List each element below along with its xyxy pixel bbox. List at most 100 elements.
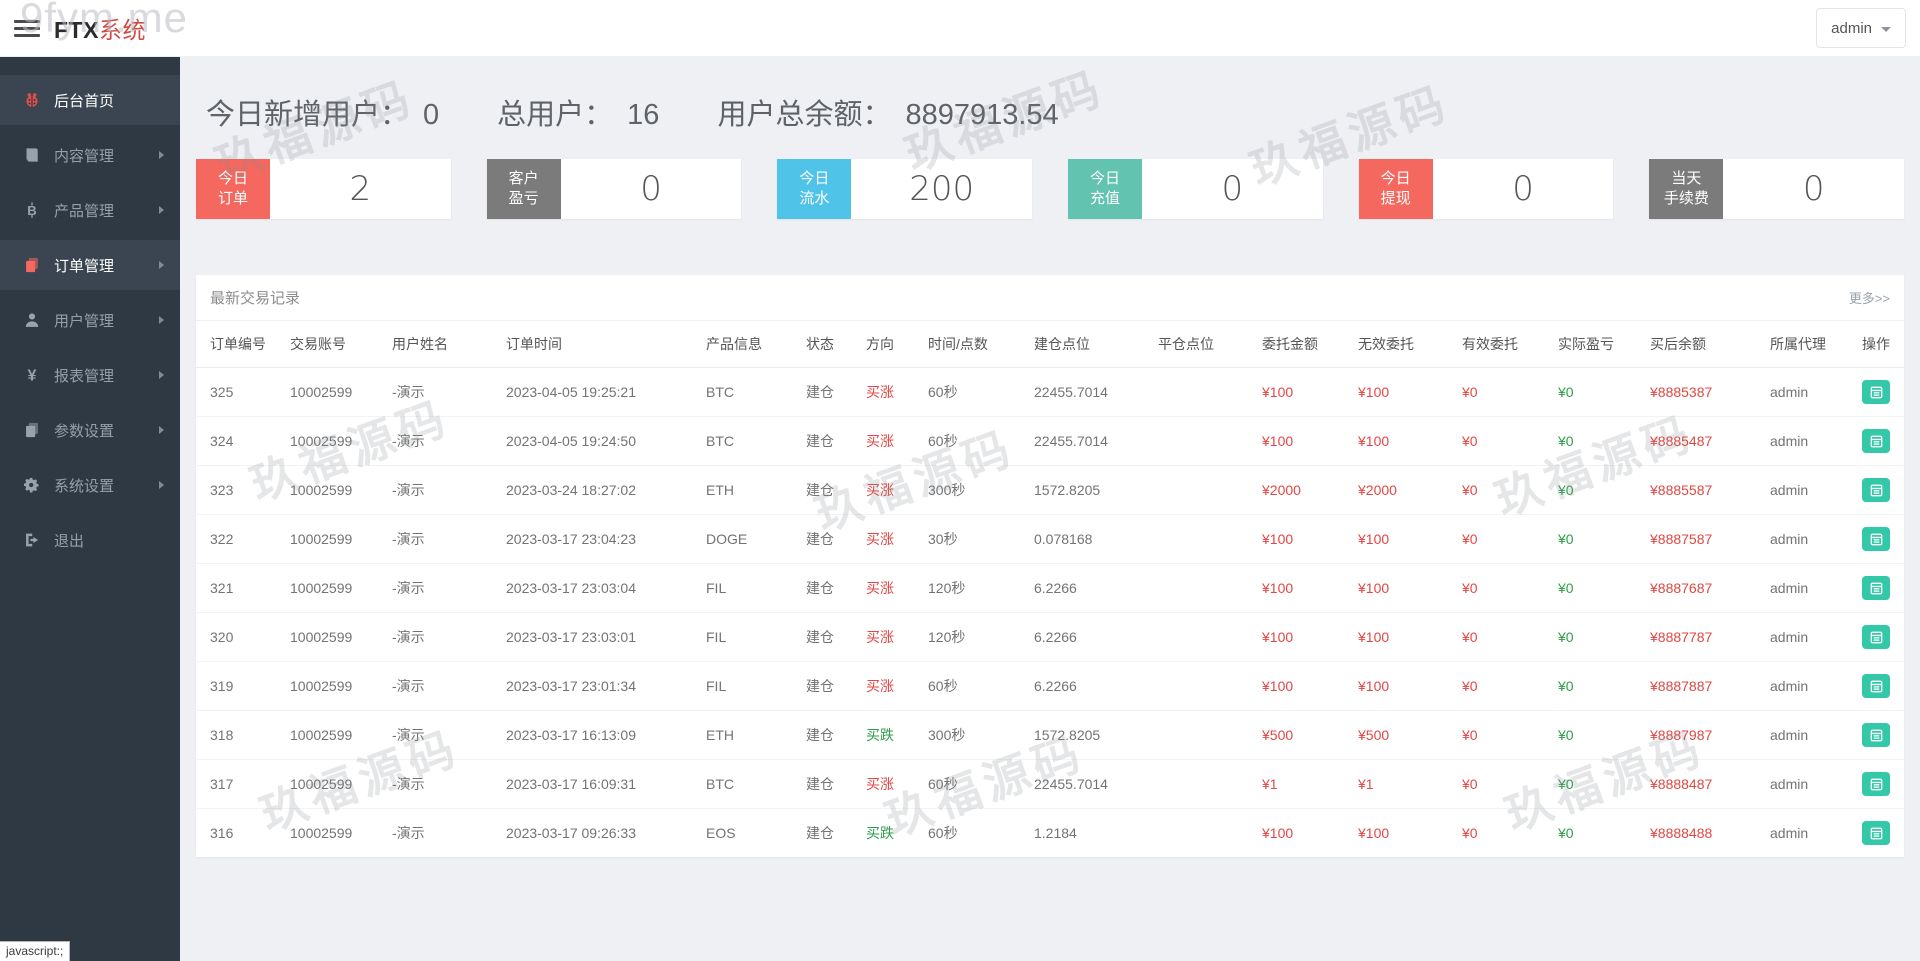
sidebar-item-label: 产品管理 [54,202,115,220]
cell-product: FIL [700,563,800,613]
sidebar-item-orders[interactable]: 订单管理 [0,240,180,290]
column-header: 订单时间 [500,321,700,368]
sidebar-item-content[interactable]: 内容管理 [0,130,180,180]
cell-agent: admin [1764,710,1856,760]
sidebar-item-system[interactable]: 系统设置 [0,460,180,510]
stat-card-label: 今日 订单 [196,159,270,219]
column-header: 订单编号 [196,321,284,368]
orders-copy-icon [22,257,41,273]
cell-valid: ¥0 [1462,825,1478,841]
cell-status: 建仓 [800,367,860,417]
stat-card-value: 0 [1802,169,1825,209]
cell-valid: ¥0 [1456,465,1552,515]
sidebar-item-label: 内容管理 [54,147,115,165]
cell-id: 317 [196,759,284,809]
order-detail-button[interactable] [1862,429,1890,453]
hamburger-menu-icon[interactable] [14,19,40,37]
sidebar-item-label: 订单管理 [54,257,115,275]
order-detail-button[interactable] [1862,527,1890,551]
cell-name: -演示 [386,710,500,760]
sidebar-item-users[interactable]: 用户管理 [0,295,180,345]
order-detail-button[interactable] [1862,380,1890,404]
cell-product: ETH [700,465,800,515]
cell-open_point: 22455.7014 [1028,416,1152,466]
cell-open_point: 6.2266 [1028,612,1152,662]
overview-total-balance: 用户总余额： 8897913.54 [717,91,1058,133]
sidebar-item-params[interactable]: 参数设置 [0,405,180,455]
cell-profit: ¥0 [1552,759,1644,809]
overview-label: 今日新增用户： [206,99,410,131]
order-detail-button[interactable] [1862,674,1890,698]
cell-amount: ¥100 [1262,825,1294,841]
order-detail-button[interactable] [1862,821,1890,845]
cell-invalid: ¥1 [1352,759,1456,809]
sidebar-item-reports[interactable]: ¥ 报表管理 [0,350,180,400]
stat-card-value: 2 [349,169,372,209]
cell-balance: ¥8885387 [1644,367,1764,417]
chevron-right-icon [159,316,164,324]
cell-id: 322 [196,514,284,564]
list-icon [1870,631,1883,644]
cell-product: BTC [700,416,800,466]
sidebar-item-home[interactable]: 后台首页 [0,75,180,125]
stat-card-0: 今日 订单 2 [196,159,451,219]
overview-value: 16 [627,99,660,131]
sidebar-menu: 后台首页内容管理 B 产品管理订单管理用户管理 ¥ 报表管理 参数设置 系统设置 退出 [0,57,180,565]
stat-card-label: 客户 盈亏 [486,159,561,219]
cell-name: -演示 [386,514,500,564]
cell-action [1856,759,1906,809]
cell-status: 建仓 [800,563,860,613]
stat-card-value: 0 [640,169,662,209]
cell-invalid: ¥100 [1352,612,1456,662]
cell-account: 10002599 [284,367,386,417]
cell-id: 321 [196,563,284,613]
cell-time: 2023-03-17 23:03:04 [500,563,700,613]
list-icon [1870,582,1883,595]
orders-table-body: 325 10002599 -演示 2023-04-05 19:25:21 BTC 建仓 买涨… [196,367,1906,858]
more-link[interactable]: 更多>> [1849,288,1890,307]
column-header: 产品信息 [700,321,800,368]
cell-duration: 120秒 [922,612,1028,662]
list-icon [1870,729,1883,742]
cell-profit: ¥0 [1552,612,1644,662]
cell-account: 10002599 [284,416,386,466]
order-detail-button[interactable] [1862,625,1890,649]
column-header: 操作 [1856,321,1906,368]
order-detail-button[interactable] [1862,723,1890,747]
cell-account: 10002599 [284,759,386,809]
cell-id: 318 [196,710,284,760]
cell-profit: ¥0 [1552,367,1644,417]
column-header: 时间/点数 [922,321,1028,368]
order-detail-button[interactable] [1862,576,1890,600]
order-detail-button[interactable] [1862,772,1890,796]
stat-card-label: 今日 提现 [1358,159,1433,219]
cell-valid: ¥0 [1456,563,1552,613]
cell-close_point [1152,465,1256,515]
cell-name: -演示 [386,612,500,662]
cell-product: DOGE [700,514,800,564]
topbar: FTX系统 admin [0,0,1920,57]
main-content: 今日新增用户： 0 总用户： 16 用户总余额： 8897913.54 今日 订单… [180,57,1920,961]
sidebar-item-product[interactable]: B 产品管理 [0,185,180,235]
cell-action [1856,710,1906,760]
sidebar-item-logout[interactable]: 退出 [0,515,180,565]
bitcoin-icon: B [22,202,41,218]
order-detail-button[interactable] [1862,478,1890,502]
cell-open_point: 6.2266 [1028,563,1152,613]
cell-id: 319 [196,661,284,711]
cell-profit: ¥0 [1552,416,1644,466]
cell-agent: admin [1764,563,1856,613]
cell-balance: ¥8887887 [1644,661,1764,711]
user-icon [22,312,41,328]
cell-id: 324 [196,416,284,466]
cell-close_point [1152,416,1256,466]
cell-account: 10002599 [290,825,353,841]
user-menu-button[interactable]: admin [1816,8,1906,48]
chevron-right-icon [159,481,164,489]
cell-open_point: 1572.8205 [1028,465,1152,515]
cell-product: FIL [700,612,800,662]
cell-duration: 60秒 [922,661,1028,711]
cell-open_point: 22455.7014 [1028,759,1152,809]
list-icon [1870,680,1883,693]
chevron-right-icon [159,426,164,434]
